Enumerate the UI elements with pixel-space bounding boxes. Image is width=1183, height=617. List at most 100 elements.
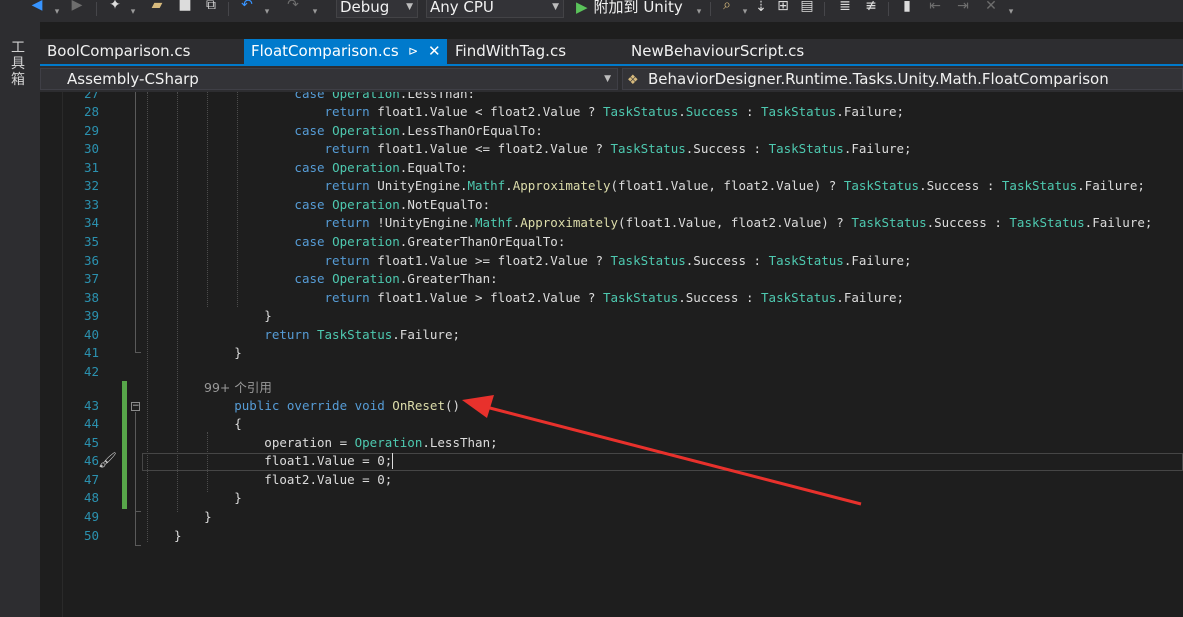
bookmark-icon[interactable]: ▮ [898, 0, 916, 16]
code-token: .LessThanOrEqualTo: [399, 122, 543, 138]
tab-label: NewBehaviourScript.cs [631, 42, 805, 60]
toolbox-strip: 工具箱 [0, 22, 40, 617]
code-line[interactable]: { [174, 415, 242, 434]
next-bookmark-icon[interactable]: ⇥ [954, 0, 972, 16]
code-line[interactable]: } [174, 307, 272, 326]
code-line[interactable]: } [174, 489, 242, 508]
properties-icon[interactable]: ▤ [798, 0, 816, 16]
nav-forward-icon[interactable]: ▶ [68, 0, 86, 15]
outline-end [135, 352, 141, 353]
code-token: .NotEqualTo: [399, 196, 491, 212]
platform-select[interactable]: Any CPU ▼ [426, 0, 564, 18]
redo-dropdown-icon[interactable]: ▾ [310, 4, 320, 22]
code-line[interactable]: float1.Value = 0; [174, 452, 392, 471]
code-token: } [174, 345, 242, 361]
change-indicator [122, 381, 127, 509]
code-line[interactable]: } [174, 508, 212, 527]
code-line[interactable]: return float1.Value < float2.Value ? Tas… [174, 103, 905, 122]
prev-bookmark-icon[interactable]: ⇤ [926, 0, 944, 16]
code-line[interactable]: return !UnityEngine.Mathf.Approximately(… [174, 214, 1153, 233]
new-project-icon[interactable]: ✦ [106, 0, 124, 15]
code-line[interactable]: case Operation.EqualTo: [174, 159, 467, 178]
code-line[interactable]: float2.Value = 0; [174, 471, 392, 490]
line-number: 29 [83, 122, 99, 138]
code-line[interactable]: } [174, 527, 182, 546]
attach-unity-label: 附加到 Unity [593, 0, 683, 16]
save-all-icon[interactable]: ⧉ [202, 0, 220, 15]
project-select[interactable]: Assembly-CSharp ▼ [40, 68, 618, 90]
code-line[interactable]: case Operation.NotEqualTo: [174, 196, 490, 215]
code-line[interactable]: return TaskStatus.Failure; [174, 326, 460, 345]
pin-tab-icon[interactable]: ⊳ [408, 39, 418, 63]
code-token: TaskStatus [761, 289, 837, 305]
codelens-references[interactable]: 99+ 个引用 [204, 380, 272, 396]
close-tab-icon[interactable]: ✕ [428, 39, 441, 63]
code-token: { [174, 416, 242, 432]
code-line[interactable]: public override void OnReset() [174, 397, 460, 416]
code-line[interactable]: return UnityEngine.Mathf.Approximately(f… [174, 177, 1145, 196]
tab-boolcomparison[interactable]: BoolComparison.cs [40, 39, 243, 65]
nav-back-dropdown-icon[interactable]: ▾ [52, 4, 62, 22]
undo-icon[interactable]: ↶ [238, 0, 256, 15]
tab-floatcomparison[interactable]: FloatComparison.cs ⊳ ✕ [244, 39, 447, 65]
code-token: operation = [174, 434, 355, 450]
run-dropdown-icon[interactable]: ▾ [694, 4, 704, 22]
code-token: .GreaterThanOrEqualTo: [399, 234, 566, 250]
find-dropdown-icon[interactable]: ▾ [740, 4, 750, 22]
type-select[interactable]: ❖ BehaviorDesigner.Runtime.Tasks.Unity.Ma… [622, 68, 1183, 90]
tab-findwithtag[interactable]: FindWithTag.cs [448, 39, 623, 65]
nav-back-icon[interactable]: ◀ [28, 0, 46, 15]
uncomment-icon[interactable]: ≢ [862, 0, 880, 16]
code-line[interactable]: case Operation.LessThan: [174, 92, 475, 103]
line-number: 30 [83, 141, 99, 157]
code-line[interactable]: } [174, 344, 242, 363]
code-token: TaskStatus [843, 178, 920, 194]
code-token: .Failure; [1084, 215, 1153, 231]
tab-label: FindWithTag.cs [455, 42, 567, 60]
new-project-dropdown-icon[interactable]: ▾ [128, 4, 138, 22]
code-editor[interactable]: 27 28 29 30 31 32 33 34 35 36 37 38 39 40 41 42 43 44 45 46… [40, 92, 1183, 617]
step-icon[interactable]: ⇣ [752, 0, 770, 17]
code-line[interactable]: return float1.Value <= float2.Value ? Ta… [174, 140, 912, 159]
code-token: public [234, 397, 280, 413]
code-token: TaskStatus [610, 141, 686, 157]
solution-icon[interactable]: ⊞ [774, 0, 792, 16]
code-line[interactable]: return float1.Value >= float2.Value ? Ta… [174, 252, 912, 271]
type-value: BehaviorDesigner.Runtime.Tasks.Unity.Mat… [648, 70, 1109, 88]
clear-bookmarks-icon[interactable]: ✕ [982, 0, 1000, 16]
redo-icon[interactable]: ↷ [284, 0, 302, 15]
code-token: Approximately [520, 215, 619, 231]
code-token: . [678, 104, 686, 120]
save-icon[interactable]: ■ [176, 0, 194, 15]
code-line[interactable]: case Operation.GreaterThan: [174, 270, 497, 289]
toolbox-tab[interactable]: 工具箱 [8, 40, 28, 88]
code-token: } [174, 490, 242, 506]
find-icon[interactable]: ⌕ [718, 0, 736, 15]
code-line[interactable]: operation = Operation.LessThan; [174, 434, 497, 453]
code-line[interactable]: case Operation.LessThanOrEqualTo: [174, 122, 543, 141]
comment-icon[interactable]: ≣ [836, 0, 854, 16]
line-number: 34 [83, 215, 99, 231]
code-line[interactable]: return float1.Value > float2.Value ? Tas… [174, 289, 905, 308]
toolbar-overflow-icon[interactable]: ▾ [1006, 4, 1016, 22]
line-number: 44 [83, 416, 99, 432]
tab-newbehaviourscript[interactable]: NewBehaviourScript.cs [624, 39, 834, 65]
undo-dropdown-icon[interactable]: ▾ [262, 4, 272, 22]
open-folder-icon[interactable]: ▰ [148, 0, 166, 15]
code-token: TaskStatus [610, 252, 686, 268]
toolbar-separator [888, 2, 889, 16]
toolbar-separator [228, 2, 229, 16]
code-token: case [294, 271, 325, 287]
code-token: OnReset [392, 397, 445, 413]
quick-actions-icon[interactable]: 🖌 [98, 451, 117, 469]
tab-label: BoolComparison.cs [47, 42, 191, 60]
collapse-icon[interactable]: − [131, 402, 140, 411]
attach-unity-button[interactable]: ▶ 附加到 Unity [576, 0, 683, 18]
code-token: float1.Value > float2.Value ? [369, 289, 603, 305]
code-token: Mathf [467, 178, 506, 194]
code-line[interactable]: case Operation.GreaterThanOrEqualTo: [174, 233, 565, 252]
configuration-select[interactable]: Debug ▼ [336, 0, 418, 18]
line-number: 37 [83, 271, 99, 287]
